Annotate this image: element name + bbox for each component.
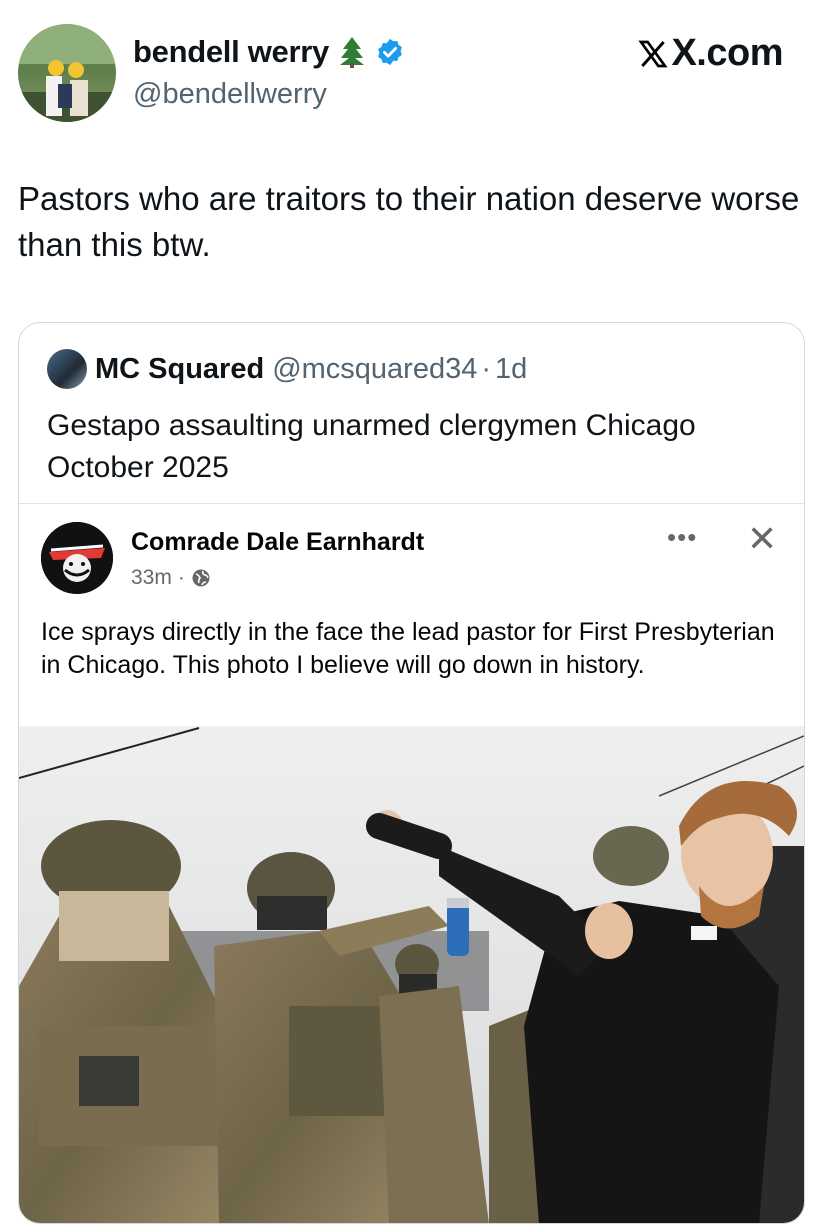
brand-text: X.com: [671, 32, 783, 74]
fb-author-name: Comrade Dale Earnhardt: [131, 528, 425, 556]
fb-post-meta: 33m ·: [131, 566, 211, 590]
fb-meta-separator: ·: [177, 566, 185, 589]
fb-author-avatar: [41, 522, 113, 594]
more-horizontal-icon: •••: [667, 522, 698, 552]
fb-post-text: Ice sprays directly in the face the lead…: [41, 618, 775, 679]
quoted-author-avatar[interactable]: [47, 349, 87, 389]
tweet-text: Pastors who are traitors to their nation…: [18, 180, 800, 263]
quoted-tweet-card[interactable]: MC Squared @mcsquared34 · 1d Gestapo ass…: [18, 322, 805, 1224]
author-display-name-row[interactable]: bendell werry: [133, 34, 405, 70]
quoted-author-handle[interactable]: @mcsquared34: [272, 353, 477, 386]
quoted-tweet-text: Gestapo assaulting unarmed clergymen Chi…: [47, 409, 696, 484]
quoted-author-name[interactable]: MC Squared: [95, 353, 264, 386]
fb-post-time: 33m: [131, 566, 172, 589]
meta-separator: ·: [481, 352, 492, 385]
close-icon: ✕: [747, 518, 778, 559]
quoted-tweet-header: MC Squared @mcsquared34 · 1d: [47, 349, 527, 389]
fb-avatar-image: [41, 522, 113, 594]
quoted-tweet-age: 1d: [495, 352, 528, 385]
fb-post-photo: [19, 726, 804, 1223]
facebook-post-screenshot: Comrade Dale Earnhardt 33m · ••• ✕ Ice s…: [19, 503, 804, 1223]
x-logo-icon: [638, 40, 669, 67]
avatar-photo: [18, 24, 116, 122]
author-display-name[interactable]: bendell werry: [133, 34, 329, 70]
x-brand-logo: X.com: [637, 32, 783, 75]
photo-illustration: [19, 726, 804, 1223]
profile-avatar[interactable]: [18, 24, 116, 122]
author-handle[interactable]: @bendellwerry: [133, 78, 327, 111]
verified-badge-icon[interactable]: [375, 37, 405, 67]
globe-icon: [192, 569, 210, 587]
tree-icon: [339, 37, 364, 68]
